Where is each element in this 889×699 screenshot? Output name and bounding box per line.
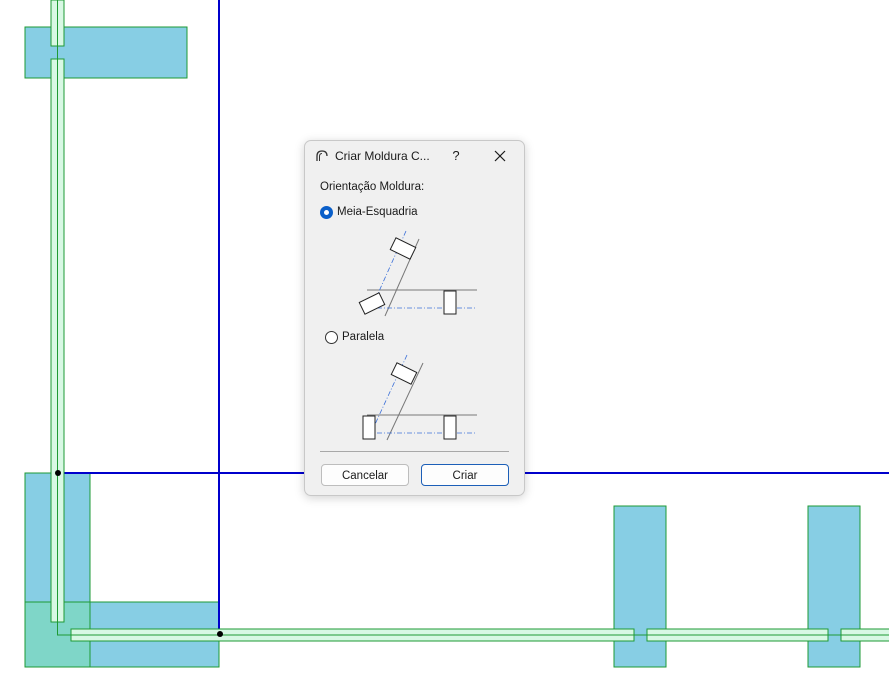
dialog-title: Criar Moldura C... [335, 149, 430, 163]
create-button[interactable]: Criar [421, 464, 509, 486]
node-point-lower[interactable] [217, 631, 223, 637]
dialog-separator [320, 451, 509, 452]
create-frame-dialog: Criar Moldura C... ? Orientação Moldura:… [304, 140, 525, 496]
frame-tool-icon [316, 150, 328, 161]
parallel-diagram-icon [362, 354, 477, 441]
cancel-button[interactable]: Cancelar [321, 464, 409, 486]
close-icon[interactable] [491, 147, 509, 165]
node-point-upper[interactable] [55, 470, 61, 476]
column-top-left[interactable] [24, 26, 188, 79]
miter-diagram-icon [358, 230, 477, 317]
radio-parallel[interactable] [325, 331, 338, 344]
radio-miter[interactable] [320, 206, 333, 219]
radio-parallel-label[interactable]: Paralela [342, 331, 384, 343]
dialog-titlebar[interactable]: Criar Moldura C... ? [305, 141, 524, 171]
help-button[interactable]: ? [448, 147, 464, 165]
radio-miter-label[interactable]: Meia-Esquadria [337, 206, 418, 218]
orientation-group-label: Orientação Moldura: [320, 181, 425, 193]
column-bottom-right[interactable] [807, 505, 861, 668]
column-bottom-middle[interactable] [613, 505, 667, 668]
